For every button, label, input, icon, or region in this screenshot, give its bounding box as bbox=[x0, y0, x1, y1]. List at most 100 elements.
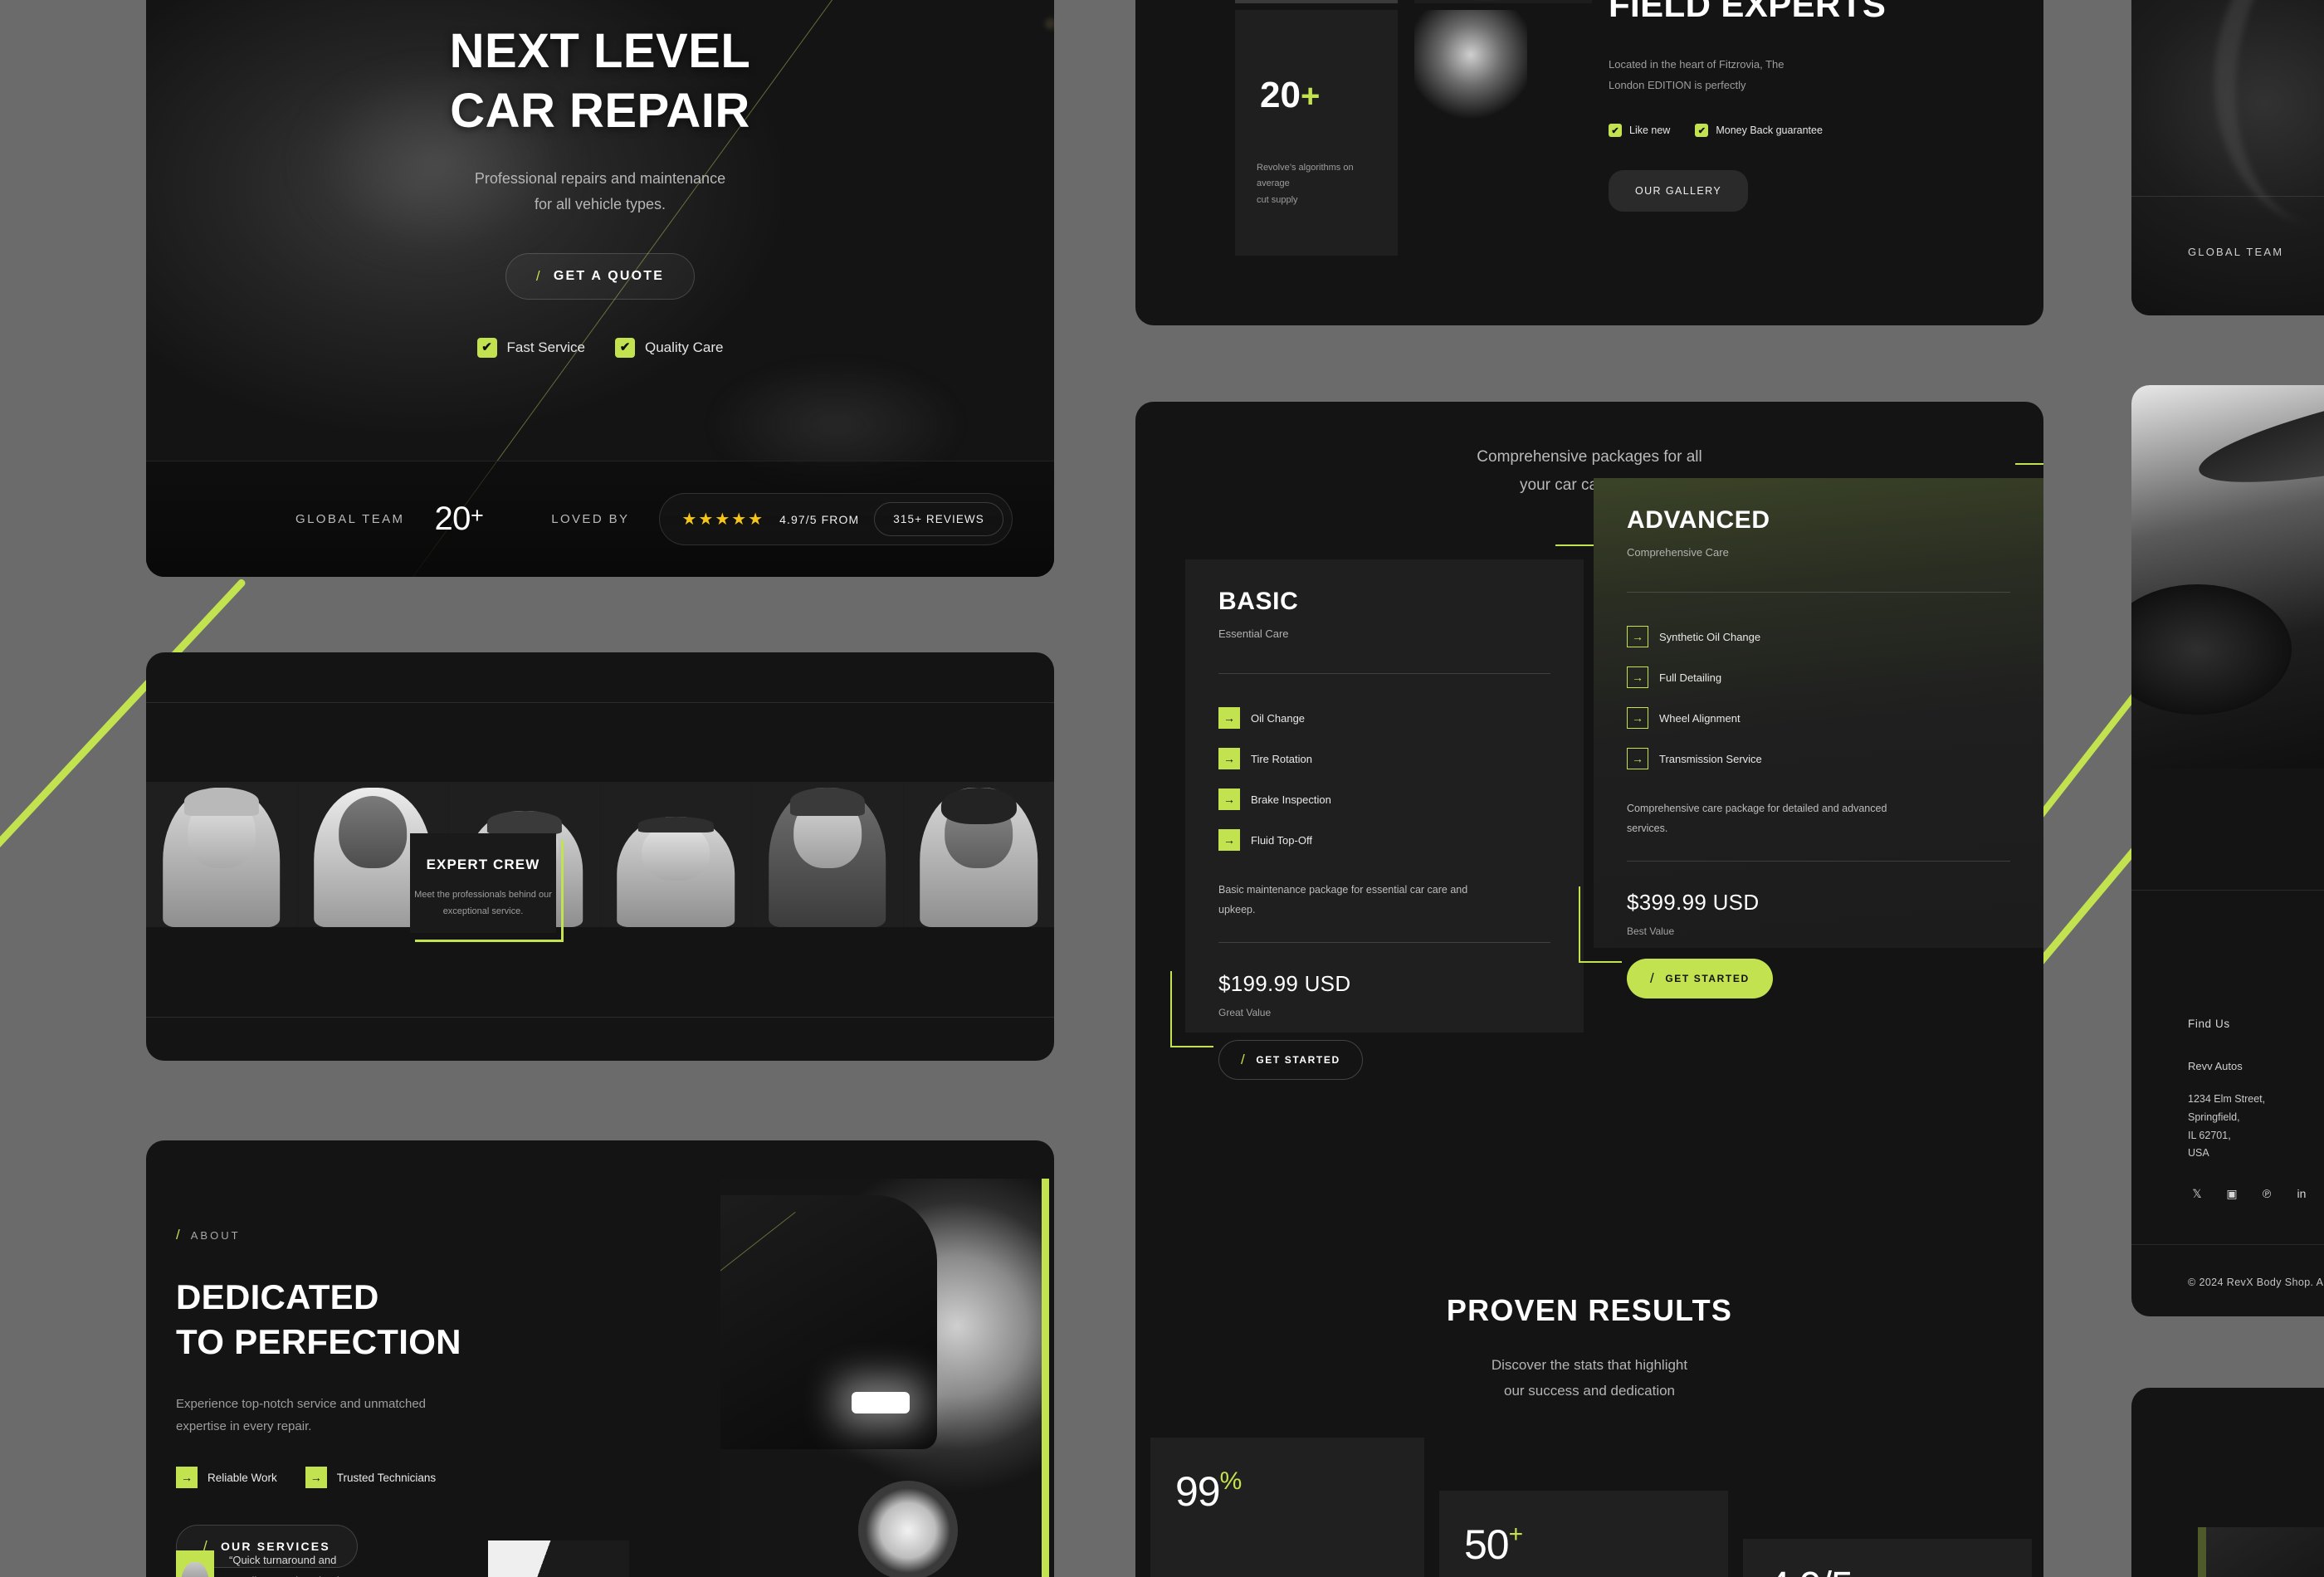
slash-icon: / bbox=[1241, 1051, 1247, 1067]
plus-icon: + bbox=[1300, 78, 1321, 115]
footer-copyright: © 2024 RevX Body Shop. All rights reserv… bbox=[2188, 1277, 2324, 1288]
plus-icon: + bbox=[470, 503, 484, 528]
advanced-get-started-button[interactable]: / GET STARTED bbox=[1627, 958, 1773, 998]
divider bbox=[2131, 890, 2324, 891]
hero-title-line-1: NEXT LEVEL bbox=[449, 24, 751, 78]
crew-member-photo[interactable] bbox=[600, 782, 752, 927]
hero-cta-wrap: / GET A QUOTE bbox=[146, 252, 1054, 300]
plan-price: $199.99 USD bbox=[1218, 970, 1351, 996]
check-icon: ✔ bbox=[615, 337, 635, 358]
field-experts-title: FIELD EXPERTS bbox=[1609, 0, 1887, 24]
hero-content: NEXT LEVEL CAR REPAIR Professional repai… bbox=[146, 0, 1054, 358]
plan-description-line-1: Basic maintenance package for essential … bbox=[1218, 884, 1468, 896]
arrow-right-icon: → bbox=[1218, 748, 1240, 769]
field-experts-section: 20+ Revolve’s algorithms on average cut … bbox=[1135, 0, 2043, 325]
stat-value: 99% bbox=[1175, 1467, 1243, 1516]
expert-crew-desc-line-1: Meet the professionals behind our bbox=[414, 890, 552, 900]
about-photo bbox=[720, 1179, 1049, 1577]
right-top-panel: GLOBAL TEAM bbox=[2131, 0, 2324, 315]
field-stat-caption-line-1: Revolve’s algorithms on average bbox=[1257, 162, 1354, 189]
crew-photo-strip bbox=[146, 782, 1054, 927]
expert-crew-section: EXPERT CREW Meet the professionals behin… bbox=[146, 652, 1054, 1061]
plan-feature: → Oil Change bbox=[1218, 707, 1550, 729]
field-check-list: ✔ Like new ✔ Money Back guarantee bbox=[1609, 124, 1990, 138]
field-check-like-new[interactable]: ✔ Like new bbox=[1609, 124, 1670, 138]
instagram-icon[interactable]: ▣ bbox=[2223, 1184, 2241, 1203]
basic-get-started-label: GET STARTED bbox=[1256, 1053, 1340, 1066]
slash-icon: / bbox=[535, 267, 542, 284]
hero-check-label: Fast Service bbox=[506, 339, 585, 355]
crew-member-photo[interactable] bbox=[752, 782, 904, 927]
plan-feature-label: Oil Change bbox=[1251, 711, 1306, 725]
field-experts-text-column: FIELD EXPERTS Located in the heart of Fi… bbox=[1609, 0, 1990, 212]
plan-description: Comprehensive care package for detailed … bbox=[1627, 799, 2010, 839]
right-top-image bbox=[2131, 0, 2324, 315]
arrow-right-icon: → bbox=[1627, 626, 1648, 647]
get-a-quote-button[interactable]: / GET A QUOTE bbox=[505, 252, 696, 300]
crew-member-photo[interactable] bbox=[903, 782, 1054, 927]
field-stat-caption-line-2: cut supply bbox=[1257, 195, 1298, 206]
pricing-heading-line-1: Comprehensive packages for all bbox=[1477, 448, 1702, 466]
testimonial-line-2: excellent results. Thank you!” bbox=[229, 1571, 369, 1577]
linkedin-icon[interactable]: in bbox=[2292, 1184, 2311, 1203]
hero-checklist: ✔ Fast Service ✔ Quality Care bbox=[146, 337, 1054, 358]
plan-feature: → Wheel Alignment bbox=[1627, 707, 2010, 729]
stat-card: 50+ bbox=[1439, 1491, 1728, 1577]
hero-review-pill[interactable]: ★★★★★ 4.97/5 FROM 315+ REVIEWS bbox=[659, 493, 1013, 545]
global-team-value: 20+ bbox=[434, 500, 483, 538]
page-canvas: NEXT LEVEL CAR REPAIR Professional repai… bbox=[0, 0, 2324, 1577]
about-testimonial-text: “Quick turnaround and excellent results.… bbox=[229, 1550, 369, 1577]
footer-address: 1234 Elm Street, Springfield, IL 62701, … bbox=[2188, 1091, 2324, 1163]
pricing-card-advanced[interactable]: ADVANCED Comprehensive Care → Synthetic O… bbox=[1579, 463, 2043, 998]
corner-bracket-accent bbox=[1170, 971, 1213, 1047]
proven-results-section: PROVEN RESULTS Discover the stats that h… bbox=[1135, 1233, 2043, 1577]
crew-member-photo[interactable] bbox=[146, 782, 298, 927]
field-experts-paragraph: Located in the heart of Fitzrovia, The L… bbox=[1609, 55, 1990, 95]
plan-feature-label: Brake Inspection bbox=[1251, 793, 1331, 806]
field-paragraph-line-1: Located in the heart of Fitzrovia, The bbox=[1609, 58, 1784, 71]
arrow-right-icon: → bbox=[1218, 707, 1240, 729]
plan-price: $399.99 USD bbox=[1627, 889, 1760, 915]
plan-description-line-1: Comprehensive care package for detailed … bbox=[1627, 803, 1887, 814]
about-feature-trusted-technicians[interactable]: → Trusted Technicians bbox=[305, 1467, 436, 1488]
hero-section: NEXT LEVEL CAR REPAIR Professional repai… bbox=[146, 0, 1054, 577]
expert-crew-title: EXPERT CREW bbox=[426, 857, 540, 872]
field-photo-headlight bbox=[1414, 0, 1592, 3]
right-bottom-image bbox=[2206, 1527, 2324, 1577]
expert-crew-desc-line-2: exceptional service. bbox=[442, 906, 524, 917]
basic-get-started-button[interactable]: / GET STARTED bbox=[1218, 1039, 1363, 1080]
hero-reviews-chip[interactable]: 315+ REVIEWS bbox=[874, 502, 1003, 536]
hero-check-quality-care[interactable]: ✔ Quality Care bbox=[615, 337, 723, 358]
proven-subtitle-line-2: our success and dedication bbox=[1503, 1382, 1676, 1399]
plan-description: Basic maintenance package for essential … bbox=[1218, 881, 1550, 920]
about-feature-reliable-work[interactable]: → Reliable Work bbox=[176, 1467, 277, 1488]
stat-unit: % bbox=[1219, 1467, 1243, 1495]
footer-hero-image bbox=[2131, 385, 2324, 769]
field-stat-card: 20+ Revolve’s algorithms on average cut … bbox=[1235, 10, 1398, 256]
divider bbox=[1627, 860, 2010, 862]
hero-check-fast-service[interactable]: ✔ Fast Service bbox=[476, 337, 585, 358]
proven-results-subtitle: Discover the stats that highlight our su… bbox=[1135, 1353, 2043, 1404]
plan-value-label: Great Value bbox=[1218, 1006, 1272, 1018]
accent-edge bbox=[2198, 1527, 2206, 1577]
arrow-right-icon: → bbox=[176, 1467, 198, 1488]
our-gallery-button[interactable]: OUR GALLERY bbox=[1609, 170, 1749, 212]
field-check-money-back[interactable]: ✔ Money Back guarantee bbox=[1695, 124, 1823, 138]
hero-rating-text: 4.97/5 FROM bbox=[779, 512, 860, 526]
plan-name: BASIC bbox=[1218, 588, 1299, 615]
pricing-card-basic[interactable]: BASIC Essential Care → Oil Change → Tire R… bbox=[1170, 544, 1599, 1080]
about-photo-overlay bbox=[488, 1540, 629, 1577]
slash-icon: / bbox=[1650, 969, 1656, 986]
arrow-right-icon: → bbox=[1627, 748, 1648, 769]
stat-value: 4.9/5 bbox=[1768, 1564, 1853, 1577]
x-icon[interactable]: 𝕏 bbox=[2188, 1184, 2206, 1203]
pinterest-icon[interactable]: ℗ bbox=[2258, 1184, 2276, 1203]
check-icon: ✔ bbox=[1609, 124, 1622, 138]
plan-feature-label: Fluid Top-Off bbox=[1251, 833, 1312, 847]
check-icon: ✔ bbox=[476, 337, 497, 358]
field-stat-caption: Revolve’s algorithms on average cut supp… bbox=[1257, 160, 1383, 209]
field-check-label: Money Back guarantee bbox=[1716, 124, 1823, 137]
about-section: / ABOUT DEDICATED TO PERFECTION Experien… bbox=[146, 1140, 1054, 1577]
plan-subtitle: Essential Care bbox=[1218, 627, 1289, 640]
corner-bracket-accent bbox=[1555, 544, 1599, 621]
